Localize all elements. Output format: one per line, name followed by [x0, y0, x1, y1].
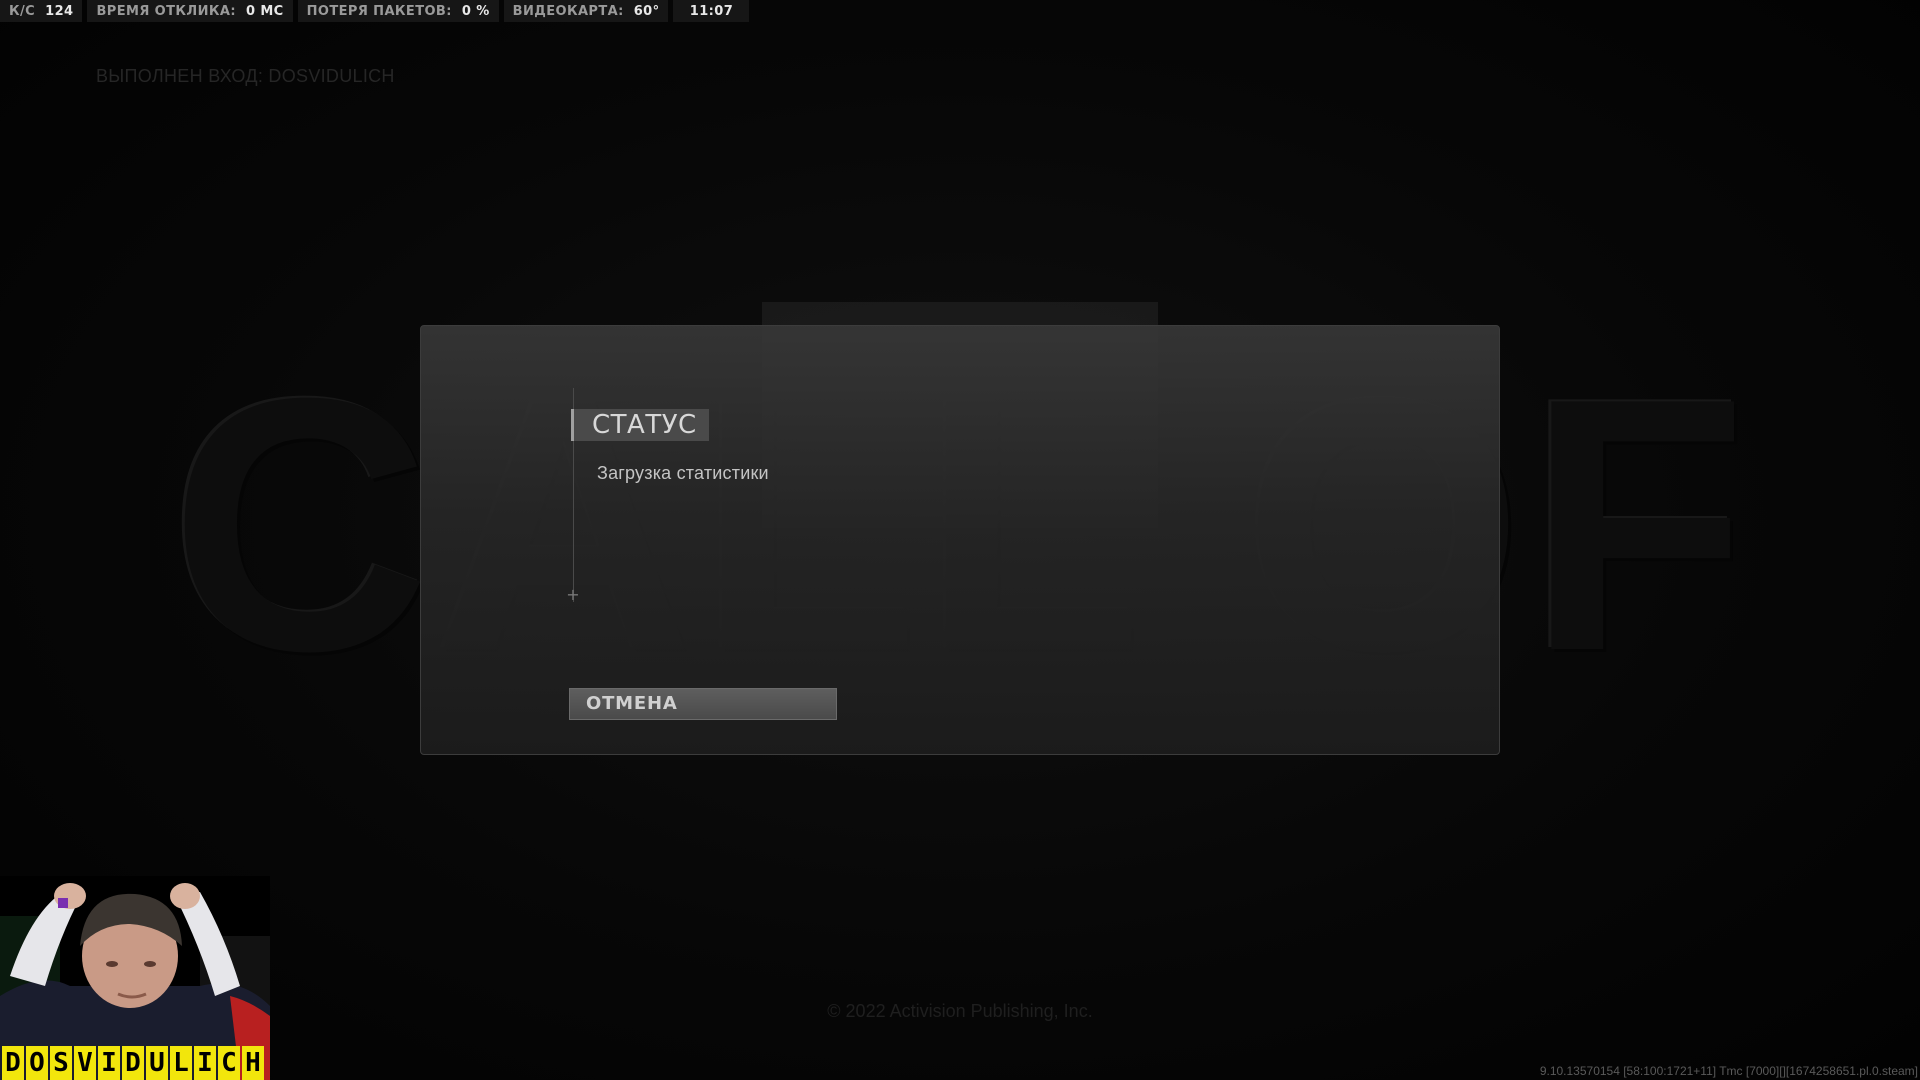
webcam-overlay: D O S V I D U L I C H	[0, 876, 270, 1080]
login-status: ВЫПОЛНЕН ВХОД: DOSVIDULICH	[96, 66, 395, 86]
hud-packet-loss-label: ПОТЕРЯ ПАКЕТОВ:	[306, 3, 452, 19]
name-letter: D	[122, 1046, 144, 1080]
name-letter: H	[242, 1046, 264, 1080]
hud-latency-label: ВРЕМЯ ОТКЛИКА:	[96, 3, 236, 19]
streamer-name-plate: D O S V I D U L I C H	[2, 1046, 264, 1080]
hud-clock-value: 11:07	[689, 3, 734, 19]
hud-packet-loss-value: 0 %	[461, 3, 490, 19]
copyright-notice: © 2022 Activision Publishing, Inc.	[827, 1001, 1093, 1021]
dialog-message: Загрузка статистики	[597, 463, 769, 483]
hud-gpu-value: 60°	[633, 3, 660, 19]
name-letter: U	[146, 1046, 168, 1080]
name-letter: L	[170, 1046, 192, 1080]
name-letter: V	[74, 1046, 96, 1080]
hud-gpu-temp: ВИДЕОКАРТА: 60°	[503, 0, 669, 22]
name-letter: I	[194, 1046, 216, 1080]
hud-fps-label: К/С	[9, 3, 36, 19]
name-letter: O	[26, 1046, 48, 1080]
hud-packet-loss: ПОТЕРЯ ПАКЕТОВ: 0 %	[297, 0, 499, 22]
hud-latency-value: 0 МС	[245, 3, 284, 19]
name-letter: D	[2, 1046, 24, 1080]
hud-gpu-label: ВИДЕОКАРТА:	[512, 3, 624, 19]
hud-latency: ВРЕМЯ ОТКЛИКА: 0 МС	[87, 0, 293, 22]
hud-fps-value: 124	[45, 3, 74, 19]
plus-icon: +	[566, 585, 580, 604]
game-screen: К/С 124 ВРЕМЯ ОТКЛИКА: 0 МС ПОТЕРЯ ПАКЕТ…	[0, 0, 1920, 1080]
status-dialog: + СТАТУС Загрузка статистики ОТМЕНА	[420, 325, 1500, 755]
name-letter: S	[50, 1046, 72, 1080]
hud-clock: 11:07	[673, 0, 750, 22]
build-version: 9.10.13570154 [58:100:1721+11] Tmc [7000…	[1539, 1064, 1918, 1078]
hud-fps: К/С 124	[0, 0, 83, 22]
name-letter: C	[218, 1046, 240, 1080]
performance-hud: К/С 124 ВРЕМЯ ОТКЛИКА: 0 МС ПОТЕРЯ ПАКЕТ…	[0, 0, 750, 22]
cancel-button[interactable]: ОТМЕНА	[569, 688, 837, 720]
dialog-title: СТАТУС	[571, 409, 709, 441]
name-letter: I	[98, 1046, 120, 1080]
